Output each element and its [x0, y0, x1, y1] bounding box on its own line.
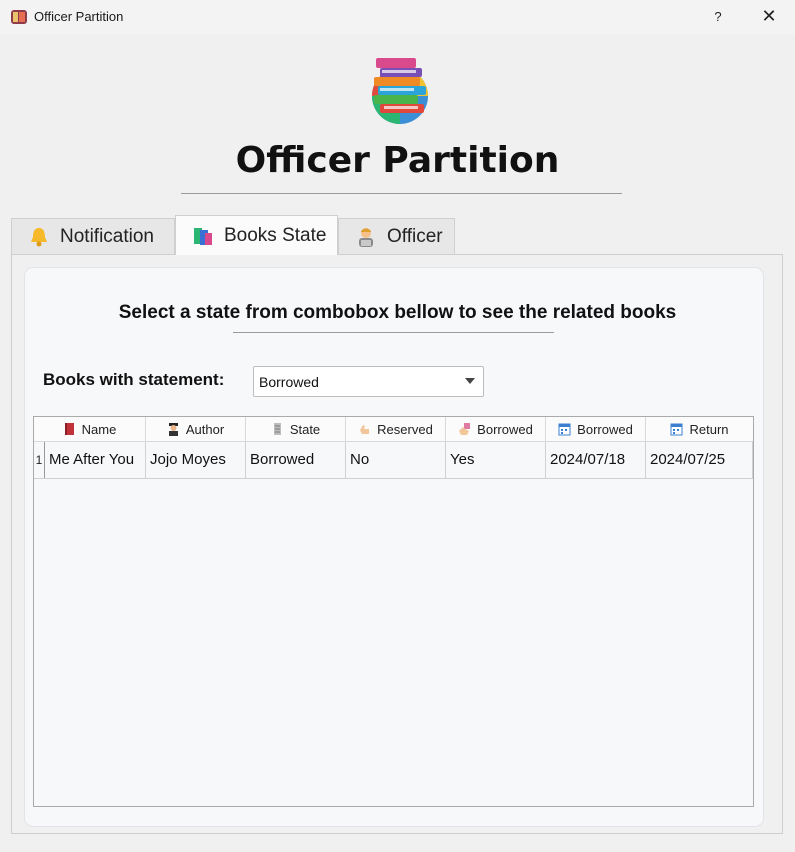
chevron-down-icon	[465, 378, 475, 384]
close-button[interactable]: ✕	[752, 2, 786, 32]
row-number: 1	[34, 442, 45, 478]
column-name-label: Name	[81, 421, 117, 437]
column-borrowed-date-label: Borrowed	[577, 421, 633, 437]
instruction-text: Select a state from combobox bellow to s…	[118, 302, 677, 323]
column-header-return[interactable]: Return	[646, 417, 753, 441]
column-header-borrowed[interactable]: Borrowed	[446, 417, 546, 441]
column-author-label: Author	[185, 421, 225, 437]
books-icon	[194, 227, 212, 245]
table-row[interactable]: 1 Me After You Jojo Moyes Borrowed No Ye…	[34, 442, 753, 479]
window-title: Officer Partition	[34, 9, 124, 24]
app-icon	[11, 10, 27, 24]
calendar-icon	[558, 423, 571, 436]
calendar-icon	[670, 423, 683, 436]
help-button[interactable]: ?	[706, 4, 730, 30]
cell-state[interactable]: Borrowed	[246, 442, 346, 478]
title-bar: Officer Partition ? ✕	[0, 0, 795, 34]
column-header-state[interactable]: State	[246, 417, 346, 441]
cell-name[interactable]: Me After You	[45, 442, 146, 478]
tab-notification[interactable]: Notification	[11, 218, 175, 254]
cell-reserved[interactable]: No	[346, 442, 446, 478]
cell-return-date[interactable]: 2024/07/25	[646, 442, 753, 478]
state-combobox[interactable]: Borrowed	[253, 366, 484, 397]
column-borrowed-label: Borrowed	[477, 421, 533, 437]
red-book-icon	[64, 423, 74, 435]
hand-book-icon	[459, 423, 471, 435]
books-table: Name Author State Reserved Borrowed Borr…	[33, 416, 754, 807]
tab-notification-label: Notification	[60, 225, 154, 247]
state-combobox-value: Borrowed	[259, 374, 319, 390]
bell-icon	[31, 227, 47, 246]
officer-icon	[359, 227, 373, 247]
column-header-borrowed-date[interactable]: Borrowed	[546, 417, 646, 441]
cell-author[interactable]: Jojo Moyes	[146, 442, 246, 478]
column-header-reserved[interactable]: Reserved	[346, 417, 446, 441]
cell-borrowed[interactable]: Yes	[446, 442, 546, 478]
table-header: Name Author State Reserved Borrowed Borr…	[34, 417, 753, 442]
column-state-label: State	[289, 421, 321, 437]
page-title: Officer Partition	[235, 140, 560, 181]
tab-books-state-label: Books State	[224, 224, 327, 246]
tab-officer-label: Officer	[387, 225, 443, 247]
scroll-icon	[273, 423, 281, 435]
tab-officer[interactable]: Officer	[338, 218, 455, 254]
cell-borrowed-date[interactable]: 2024/07/18	[546, 442, 646, 478]
books-stack-icon	[372, 58, 428, 124]
filter-label: Books with statement:	[43, 370, 225, 389]
hand-icon	[360, 425, 370, 434]
tab-books-state[interactable]: Books State	[175, 215, 338, 255]
title-divider	[181, 193, 622, 194]
column-header-author[interactable]: Author	[146, 417, 246, 441]
column-reserved-label: Reserved	[377, 421, 433, 437]
column-return-label: Return	[689, 421, 729, 437]
instruction-divider	[233, 332, 554, 333]
author-icon	[168, 423, 178, 436]
column-header-name[interactable]: Name	[34, 417, 146, 441]
